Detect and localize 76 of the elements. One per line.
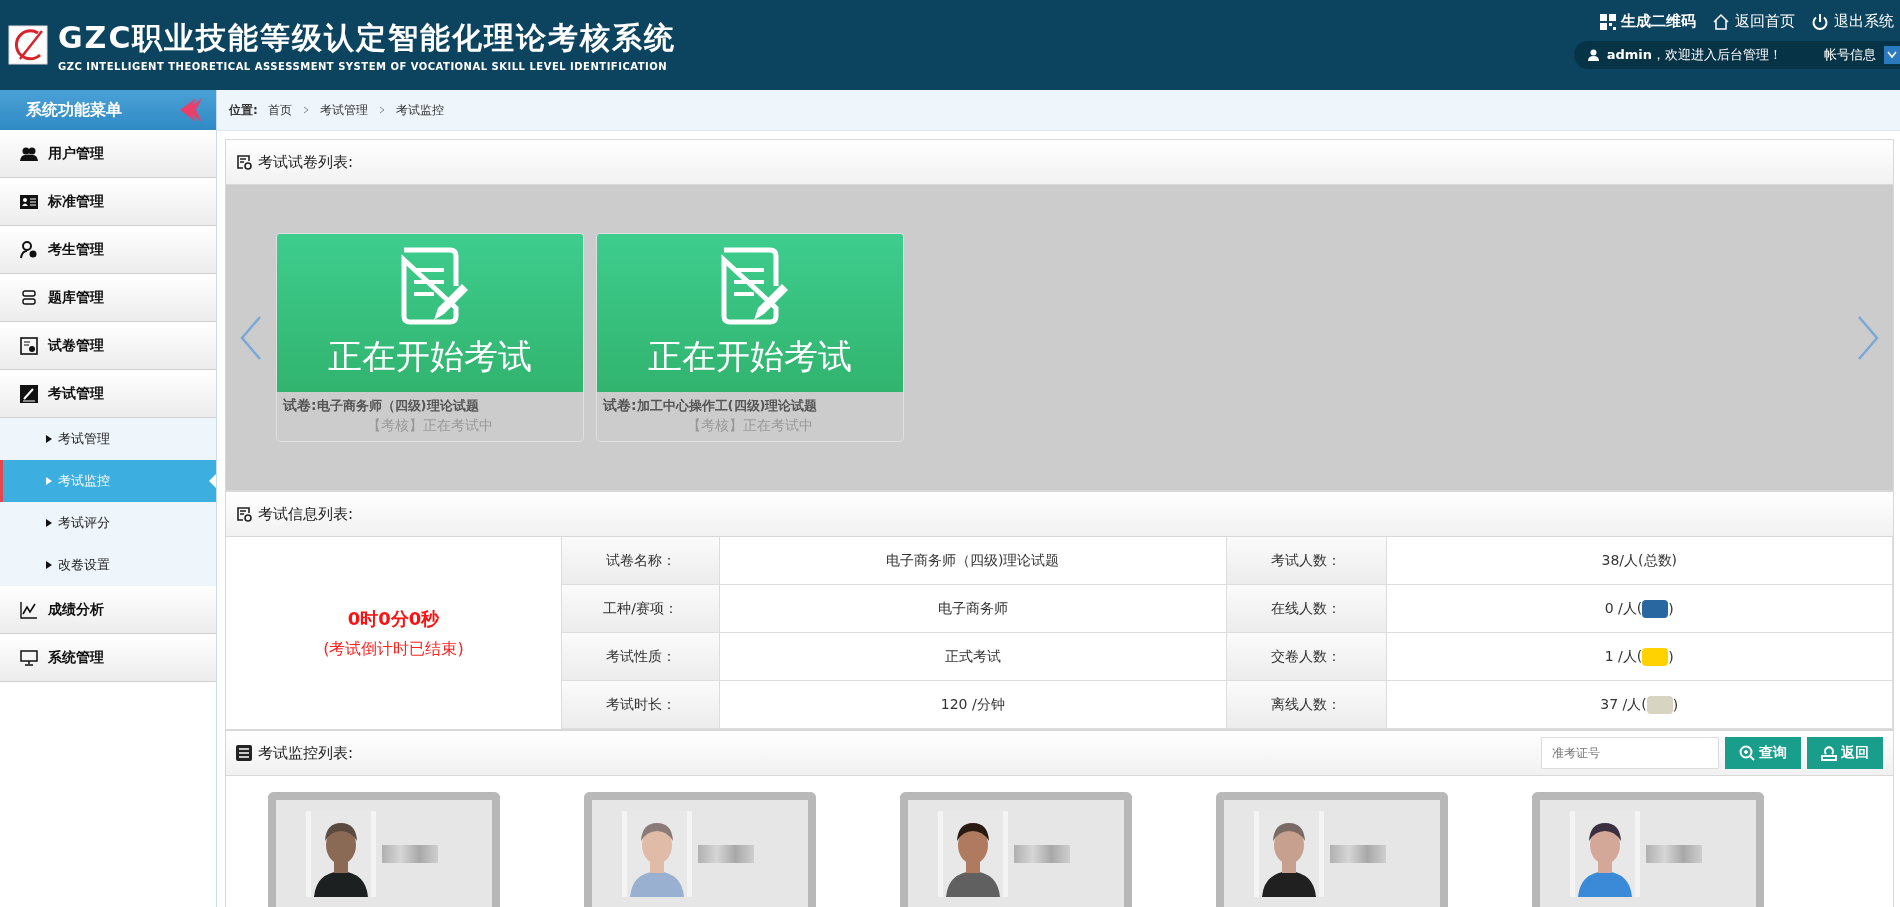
- sidebar-title: 系统功能菜单: [26, 99, 122, 121]
- list-icon: [236, 745, 252, 761]
- countdown-note: (考试倒计时已结束): [323, 638, 464, 660]
- redacted-name: [1014, 845, 1070, 863]
- triangle-icon: [46, 435, 52, 443]
- welcome-text: admin，欢迎进入后台管理！: [1606, 46, 1782, 64]
- app-title: GZC职业技能等级认定智能化理论考核系统: [58, 19, 677, 57]
- value-cell: 电子商务师（四级)理论试题: [720, 537, 1227, 585]
- collapse-chevron-icon[interactable]: [178, 97, 204, 123]
- line-chart-icon: [20, 601, 38, 619]
- paper-name: 试卷:加工中心操作工(四级)理论试题: [602, 396, 819, 415]
- paper-name: 试卷:电子商务师（四级)理论试题: [282, 396, 480, 415]
- value-cell: 120 /分钟: [720, 681, 1227, 729]
- monitor-icon: [20, 649, 38, 667]
- value-cell: 正式考试: [720, 633, 1227, 681]
- card-banner-text: 正在开始考试: [648, 335, 852, 378]
- selection-pointer-icon: [209, 474, 216, 488]
- value-cell: 电子商务师: [720, 585, 1227, 633]
- document-gear-icon: [236, 506, 252, 522]
- account-link[interactable]: 帐号信息: [1824, 46, 1876, 64]
- triangle-icon: [46, 519, 52, 527]
- countdown-timer: 0时0分0秒: [347, 606, 440, 631]
- count-text: 37 /人(: [1600, 695, 1647, 714]
- label-cell: 工种/赛项：: [562, 585, 720, 633]
- count-text: 0 /人(: [1604, 599, 1643, 618]
- return-icon: [1821, 745, 1837, 761]
- breadcrumb-link[interactable]: 考试管理: [319, 101, 368, 119]
- header-link[interactable]: 返回首页: [1712, 12, 1795, 31]
- redacted-name: [698, 845, 754, 863]
- closing-paren: ): [1672, 696, 1679, 713]
- users-icon: [20, 146, 38, 162]
- label-cell: 试卷名称：: [562, 537, 720, 585]
- chevron-icon: [377, 106, 386, 114]
- card-banner-text: 正在开始考试: [328, 335, 532, 378]
- breadcrumb-link[interactable]: 考试监控: [395, 101, 444, 119]
- logo-icon: [8, 25, 48, 65]
- grid-icon: [1600, 13, 1616, 30]
- header-link[interactable]: 生成二维码: [1600, 12, 1696, 31]
- redacted-name: [382, 845, 438, 863]
- panel-title: 考试信息列表:: [258, 504, 354, 524]
- stack-icon: [20, 290, 38, 306]
- breadcrumb-label: 位置:: [229, 101, 258, 119]
- submenu-item[interactable]: 改卷设置: [0, 544, 216, 586]
- document-icon: [20, 337, 38, 355]
- search-icon: [1739, 745, 1755, 761]
- label-cell: 交卷人数：: [1226, 633, 1387, 681]
- submenu-item[interactable]: 考试评分: [0, 502, 216, 544]
- chevron-icon: [301, 106, 310, 114]
- redacted-name: [1646, 845, 1702, 863]
- label-cell: 在线人数：: [1226, 585, 1387, 633]
- header-link[interactable]: 退出系统: [1811, 12, 1894, 31]
- value-cell: 38/人(总数): [1386, 537, 1893, 585]
- count-text: 1 /人(: [1604, 647, 1643, 666]
- redacted-name: [1330, 845, 1386, 863]
- person-gear-icon: [20, 241, 38, 259]
- label-cell: 考试人数：: [1226, 537, 1387, 585]
- label-cell: 考试性质：: [562, 633, 720, 681]
- app-subtitle: GZC INTELLIGENT THEORETICAL ASSESSMENT SYSTEM OF VOCATIONAL SKILL LEVEL IDENTIFICATION: [58, 61, 669, 72]
- closing-paren: ): [1668, 648, 1674, 665]
- submenu-item[interactable]: 考试管理: [0, 418, 216, 460]
- home-icon: [1712, 12, 1730, 31]
- search-field[interactable]: 准考证号: [1541, 737, 1719, 769]
- triangle-icon: [46, 561, 52, 569]
- id-card-icon: [20, 194, 38, 210]
- dropdown-caret-icon[interactable]: [1884, 46, 1900, 64]
- label-cell: 考试时长：: [562, 681, 720, 729]
- closing-paren: ): [1668, 600, 1674, 617]
- user-icon: [1587, 49, 1599, 61]
- label-cell: 离线人数：: [1226, 681, 1387, 729]
- panel-title: 考试监控列表:: [258, 743, 354, 763]
- power-icon: [1811, 12, 1829, 31]
- triangle-icon: [46, 477, 52, 485]
- document-gear-icon: [236, 154, 252, 170]
- panel-title: 考试试卷列表:: [258, 152, 354, 172]
- pen-icon: [20, 385, 38, 403]
- breadcrumb-link[interactable]: 首页: [267, 101, 292, 119]
